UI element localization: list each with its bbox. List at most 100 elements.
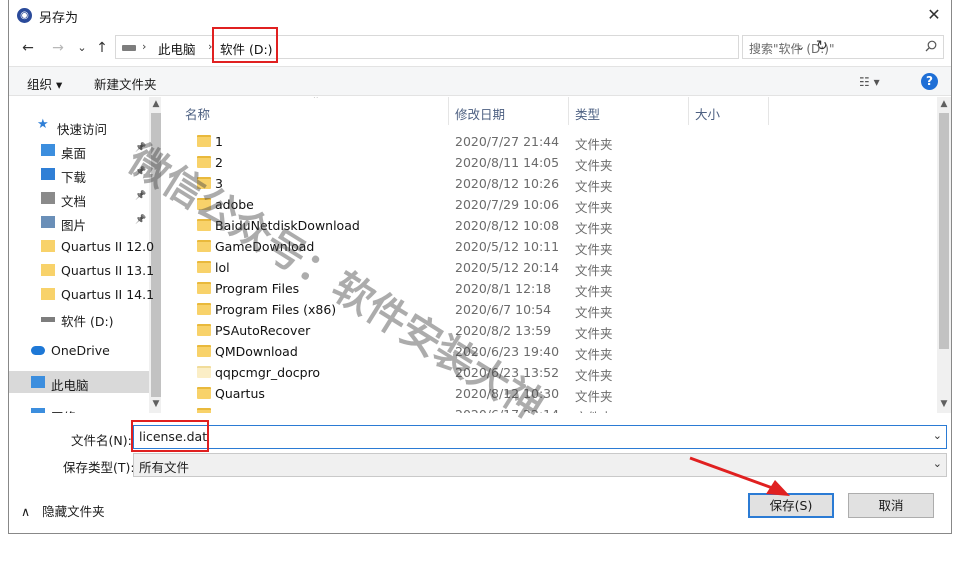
app-icon: ◉ [17,8,32,23]
scroll-thumb[interactable] [939,113,949,349]
forward-button[interactable]: → [49,39,67,57]
folder-icon [197,261,211,273]
file-row[interactable]: 3 2020/8/12 10:26 文件夹 [165,173,935,194]
breadcrumb-separator: › [142,40,147,53]
chevron-down-icon: ⌄ [932,457,942,470]
sidebar-item[interactable]: 图片 📌 [9,211,149,233]
filetype-value: 所有文件 [139,460,190,475]
new-folder-button[interactable]: 新建文件夹 [94,74,157,93]
file-modified-date: 2020/8/12 10:26 [455,176,560,191]
file-row[interactable]: Program Files (x86) 2020/6/7 10:54 文件夹 [165,299,935,320]
sidebar-item-label: 快速访问 [57,122,108,137]
column-divider[interactable] [568,97,569,125]
sidebar-item[interactable]: OneDrive [9,339,149,361]
save-as-dialog: ◉ 另存为 ✕ ← → ⌄ ↑ › 此电脑 › 软件 (D:) ⌄ ↻ 搜索"软… [8,0,952,534]
sidebar-item-label: 下载 [61,170,87,185]
folder-icon [197,387,211,399]
save-button[interactable]: 保存(S) [748,493,834,518]
file-row[interactable]: 2 2020/8/11 14:05 文件夹 [165,152,935,173]
scroll-up-arrow[interactable]: ▲ [149,99,161,109]
search-placeholder: 搜索"软件 (D:)" [749,42,835,56]
scroll-up-arrow[interactable]: ▲ [937,99,951,109]
file-type: 文件夹 [575,407,613,413]
back-button[interactable]: ← [19,39,37,57]
file-type: 文件夹 [575,347,613,362]
document-icon [41,192,55,204]
column-header-name[interactable]: 名称 [185,104,210,123]
scroll-down-arrow[interactable]: ▼ [149,399,161,409]
file-modified-date: 2020/6/7 10:54 [455,302,552,317]
column-divider[interactable] [768,97,769,125]
sidebar-item[interactable]: 软件 (D:) [9,307,149,329]
up-button[interactable]: ↑ [93,39,111,57]
drive-icon [122,45,136,51]
star-icon: ★ [37,117,49,132]
sidebar-item[interactable]: 网络 [9,403,149,413]
column-divider[interactable] [448,97,449,125]
file-row[interactable]: Program Files 2020/8/1 12:18 文件夹 [165,278,935,299]
sidebar-item[interactable]: 文档 📌 [9,187,149,209]
search-box[interactable]: 搜索"软件 (D:)" [742,35,944,59]
column-header-size[interactable]: 大小 [695,104,720,123]
file-row[interactable]: 1 2020/7/27 21:44 文件夹 [165,131,935,152]
scroll-down-arrow[interactable]: ▼ [937,399,951,409]
view-options-icon[interactable]: ☷ ▾ [859,75,880,89]
file-modified-date: 2020/8/11 14:05 [455,155,560,170]
chevron-up-icon: ∧ [21,504,31,519]
help-icon[interactable]: ? [921,73,938,90]
column-header-type[interactable]: 类型 [575,104,600,123]
organize-menu[interactable]: 组织 ▾ [27,74,62,93]
filename-input[interactable]: license.dat ⌄ [133,425,947,449]
file-name: 1 [215,134,223,149]
hide-folders-toggle[interactable]: ∧ 隐藏文件夹 [21,501,105,520]
sidebar-item[interactable]: 桌面 📌 [9,139,149,161]
navigation-bar: ← → ⌄ ↑ › 此电脑 › 软件 (D:) ⌄ ↻ 搜索"软件 (D:)" [9,27,951,66]
file-list-scrollbar[interactable]: ▲ ▼ [937,97,951,413]
filename-label: 文件名(N): [71,433,132,448]
sidebar-item-label: Quartus II 14.1 [61,287,155,302]
filetype-select[interactable]: 所有文件 ⌄ [133,453,947,477]
file-modified-date: 2020/8/12 10:08 [455,218,560,233]
sidebar-item-label: 网络 [51,407,76,413]
sidebar-item-label: 软件 (D:) [61,314,114,329]
sidebar-item[interactable]: 此电脑 [9,371,149,393]
folder-icon [197,303,211,315]
file-row[interactable]: PSAutoRecover 2020/8/2 13:59 文件夹 [165,320,935,341]
sidebar-item[interactable]: Quartus II 14.1 [9,283,154,305]
close-button[interactable]: ✕ [923,5,945,25]
chevron-down-icon[interactable]: ⌄ [933,429,942,442]
address-bar[interactable]: › 此电脑 › 软件 (D:) ⌄ ↻ [115,35,828,59]
cancel-button[interactable]: 取消 [848,493,934,518]
hide-folders-label: 隐藏文件夹 [42,504,105,519]
breadcrumb-this-pc[interactable]: 此电脑 [158,39,196,58]
file-type: 文件夹 [575,200,613,215]
file-type: 文件夹 [575,326,613,341]
sidebar-item[interactable]: ★ 快速访问 [9,115,149,137]
file-name: Program Files (x86) [215,302,337,317]
file-name: Program Files [215,281,300,296]
computer-icon [31,376,45,388]
sidebar-item[interactable]: Quartus II 13.1 [9,259,154,281]
file-modified-date: 2020/7/29 10:06 [455,197,560,212]
desktop-icon [41,144,55,156]
sidebar-item[interactable]: Quartus II 12.0 [9,235,154,257]
column-divider[interactable] [688,97,689,125]
file-name: 2 [215,155,223,170]
file-modified-date: 2020/8/1 12:18 [455,281,552,296]
cloud-icon [31,346,45,355]
sidebar-item-label: 此电脑 [51,378,89,393]
file-type: 文件夹 [575,305,613,320]
annotation-highlight-box [212,27,278,63]
file-modified-date: 2020/5/12 20:14 [455,260,560,275]
file-row[interactable]: 2020/6/17 22:14文件夹 [165,404,935,413]
command-toolbar: 组织 ▾ 新建文件夹 ☷ ▾ ? [9,66,951,96]
file-row[interactable]: QMDownload 2020/6/23 19:40 文件夹 [165,341,935,362]
column-header-date[interactable]: 修改日期 [455,104,505,123]
recent-locations-button[interactable]: ⌄ [73,39,91,57]
file-type: 文件夹 [575,158,613,173]
network-icon [31,408,45,413]
file-name: Quartus [215,386,265,401]
folder-icon [197,282,211,294]
sidebar-item-label: OneDrive [51,343,110,358]
file-type: 文件夹 [575,221,613,236]
